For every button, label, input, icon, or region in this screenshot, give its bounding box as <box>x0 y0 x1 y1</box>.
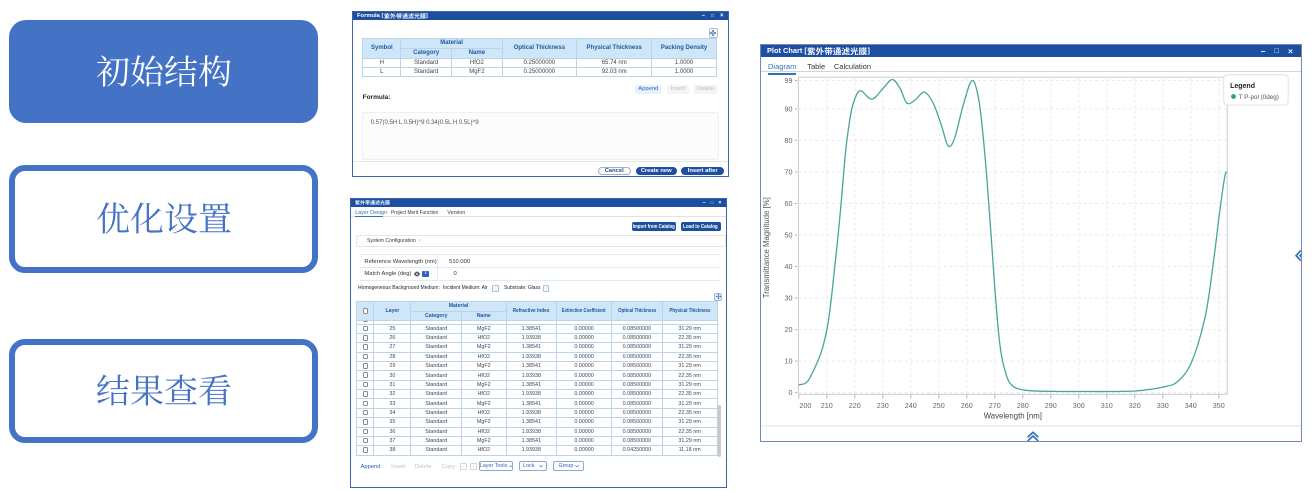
svg-text:20: 20 <box>784 325 792 334</box>
svg-text:240: 240 <box>904 401 916 410</box>
svg-text:340: 340 <box>1184 401 1196 410</box>
svg-text:30: 30 <box>784 294 792 303</box>
svg-text:210: 210 <box>820 401 832 410</box>
svg-text:10: 10 <box>784 357 792 366</box>
svg-text:Legend: Legend <box>1230 83 1255 90</box>
svg-text:220: 220 <box>848 401 860 410</box>
svg-text:70: 70 <box>784 168 792 177</box>
svg-text:90: 90 <box>784 105 792 114</box>
svg-text:40: 40 <box>784 262 792 271</box>
svg-text:250: 250 <box>932 401 944 410</box>
svg-text:280: 280 <box>1016 401 1028 410</box>
svg-text:260: 260 <box>960 401 972 410</box>
svg-text:99: 99 <box>784 76 792 85</box>
svg-text:50: 50 <box>784 231 792 240</box>
svg-text:330: 330 <box>1156 401 1168 410</box>
svg-text:Transmittance Magnitude [%]: Transmittance Magnitude [%] <box>761 197 770 298</box>
svg-text:320: 320 <box>1128 401 1140 410</box>
svg-text:Wavelength [nm]: Wavelength [nm] <box>983 412 1041 421</box>
svg-text:0: 0 <box>788 388 792 397</box>
svg-text:350: 350 <box>1212 401 1224 410</box>
svg-text:300: 300 <box>1072 401 1084 410</box>
svg-text:80: 80 <box>784 136 792 145</box>
svg-text:200: 200 <box>799 401 811 410</box>
svg-text:310: 310 <box>1100 401 1112 410</box>
svg-text:270: 270 <box>988 401 1000 410</box>
svg-text:60: 60 <box>784 199 792 208</box>
svg-text:230: 230 <box>876 401 888 410</box>
svg-text:T P-pol (0deg): T P-pol (0deg) <box>1238 94 1278 101</box>
svg-text:290: 290 <box>1044 401 1056 410</box>
